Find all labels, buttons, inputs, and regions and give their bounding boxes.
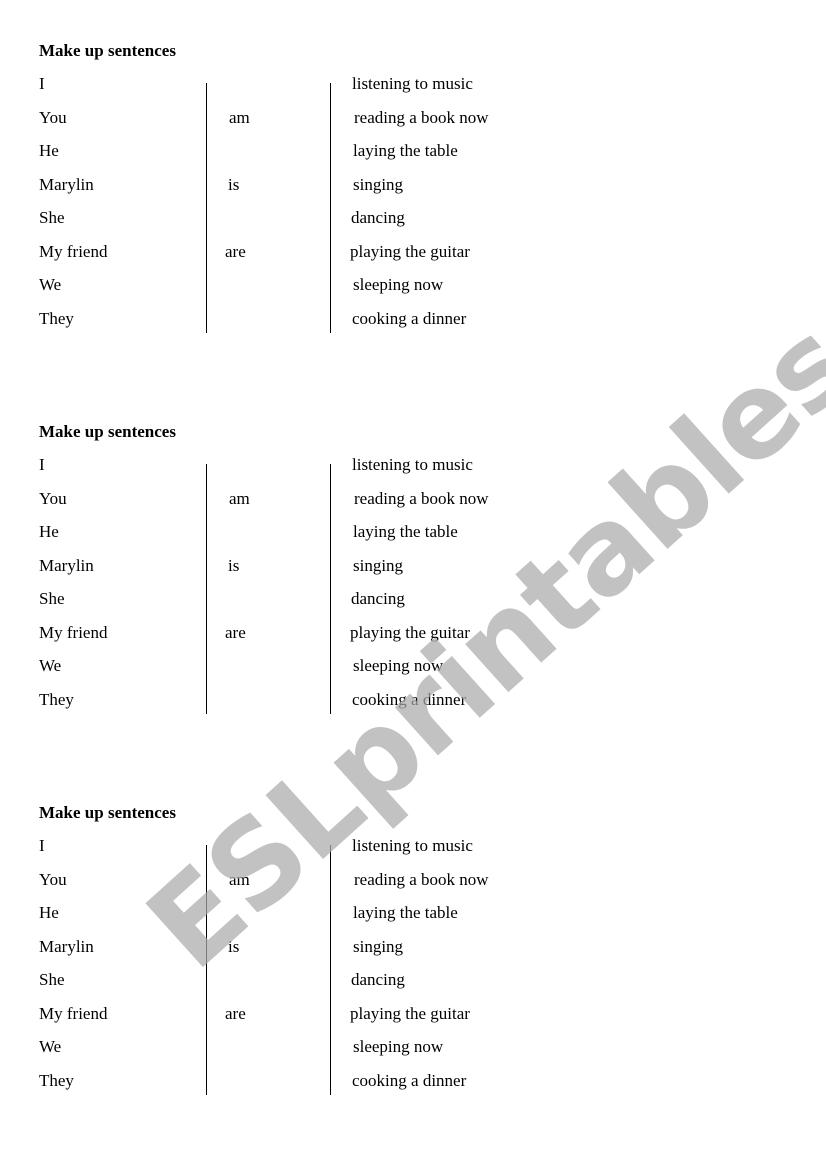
subject-item: My friend xyxy=(39,242,108,261)
exercise-block-3: Make up sentences I You He Marylin She M… xyxy=(0,803,826,1103)
subject-item: You xyxy=(39,870,67,889)
verb-item: am xyxy=(229,108,250,127)
subject-item: They xyxy=(39,690,74,709)
subject-item: We xyxy=(39,275,62,294)
phrase-item: playing the guitar xyxy=(350,1004,470,1023)
verb-item: is xyxy=(228,556,240,575)
subject-item: She xyxy=(39,589,65,608)
phrase-item: singing xyxy=(353,175,404,194)
block-title: Make up sentences xyxy=(39,41,176,60)
verb-item: is xyxy=(228,937,240,956)
block-title: Make up sentences xyxy=(39,803,176,822)
phrase-item: laying the table xyxy=(353,522,458,541)
subject-item: I xyxy=(39,74,45,93)
subject-item: I xyxy=(39,836,45,855)
column-divider xyxy=(330,83,331,333)
subject-item: He xyxy=(39,903,59,922)
phrase-item: sleeping now xyxy=(353,1037,444,1056)
column-divider xyxy=(206,845,207,1095)
phrase-item: listening to music xyxy=(352,74,473,93)
phrase-item: sleeping now xyxy=(353,656,444,675)
subject-item: I xyxy=(39,455,45,474)
verb-item: are xyxy=(225,623,246,642)
phrase-item: dancing xyxy=(351,208,405,227)
subject-item: You xyxy=(39,108,67,127)
subject-item: Marylin xyxy=(39,937,94,956)
phrase-item: reading a book now xyxy=(354,489,489,508)
verb-item: is xyxy=(228,175,240,194)
verb-item: am xyxy=(229,489,250,508)
verb-item: are xyxy=(225,242,246,261)
phrase-item: playing the guitar xyxy=(350,242,470,261)
verb-item: are xyxy=(225,1004,246,1023)
subject-item: Marylin xyxy=(39,175,94,194)
exercise-block-1: Make up sentences I You He Marylin She M… xyxy=(0,41,826,341)
subject-item: We xyxy=(39,656,62,675)
phrase-item: listening to music xyxy=(352,836,473,855)
phrase-item: reading a book now xyxy=(354,108,489,127)
phrase-item: listening to music xyxy=(352,455,473,474)
column-divider xyxy=(330,845,331,1095)
subject-item: She xyxy=(39,208,65,227)
exercise-block-2: Make up sentences I You He Marylin She M… xyxy=(0,422,826,722)
column-divider xyxy=(206,83,207,333)
subject-item: They xyxy=(39,1071,74,1090)
phrase-item: singing xyxy=(353,937,404,956)
verb-item: am xyxy=(229,870,250,889)
subject-item: My friend xyxy=(39,623,108,642)
subject-item: You xyxy=(39,489,67,508)
subject-item: He xyxy=(39,522,59,541)
subject-item: My friend xyxy=(39,1004,108,1023)
phrase-item: laying the table xyxy=(353,141,458,160)
phrase-item: reading a book now xyxy=(354,870,489,889)
subject-item: Marylin xyxy=(39,556,94,575)
phrase-item: dancing xyxy=(351,970,405,989)
phrase-item: singing xyxy=(353,556,404,575)
phrase-item: cooking a dinner xyxy=(352,309,467,328)
subject-item: They xyxy=(39,309,74,328)
subject-item: We xyxy=(39,1037,62,1056)
block-title: Make up sentences xyxy=(39,422,176,441)
phrase-item: sleeping now xyxy=(353,275,444,294)
subject-item: He xyxy=(39,141,59,160)
phrase-item: dancing xyxy=(351,589,405,608)
phrase-item: laying the table xyxy=(353,903,458,922)
column-divider xyxy=(206,464,207,714)
subject-item: She xyxy=(39,970,65,989)
column-divider xyxy=(330,464,331,714)
phrase-item: cooking a dinner xyxy=(352,690,467,709)
phrase-item: cooking a dinner xyxy=(352,1071,467,1090)
phrase-item: playing the guitar xyxy=(350,623,470,642)
